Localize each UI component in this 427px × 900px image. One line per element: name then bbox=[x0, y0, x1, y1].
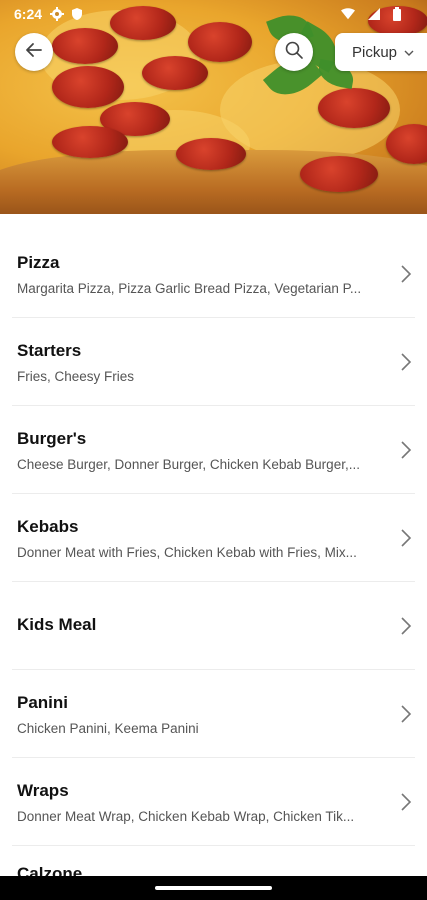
menu-category-row[interactable]: Wraps Donner Meat Wrap, Chicken Kebab Wr… bbox=[12, 758, 415, 846]
category-title: Wraps bbox=[17, 781, 69, 800]
search-button[interactable] bbox=[275, 33, 313, 71]
category-subtitle: Margarita Pizza, Pizza Garlic Bread Pizz… bbox=[17, 281, 362, 296]
category-title: Pizza bbox=[17, 253, 60, 272]
shield-icon bbox=[70, 7, 84, 21]
menu-category-row[interactable]: Panini Chicken Panini, Keema Panini bbox=[12, 670, 415, 758]
gear-icon bbox=[50, 7, 65, 21]
menu-category-row[interactable]: Pizza Margarita Pizza, Pizza Garlic Brea… bbox=[12, 230, 415, 318]
chevron-right-icon bbox=[399, 264, 413, 284]
menu-category-row[interactable]: Kebabs Donner Meat with Fries, Chicken K… bbox=[12, 494, 415, 582]
pickup-label: Pickup bbox=[352, 43, 398, 61]
status-time: 6:24 bbox=[14, 6, 43, 22]
back-arrow-icon bbox=[24, 40, 44, 65]
category-subtitle: Fries, Cheesy Fries bbox=[17, 369, 135, 384]
category-title: Kebabs bbox=[17, 517, 79, 536]
chevron-right-icon bbox=[399, 704, 413, 724]
status-bar: 6:24 bbox=[0, 0, 427, 28]
category-title: Panini bbox=[17, 693, 69, 712]
system-nav-bar bbox=[0, 876, 427, 900]
back-button[interactable] bbox=[15, 33, 53, 71]
menu-category-row[interactable]: Kids Meal bbox=[12, 582, 415, 670]
category-subtitle: Donner Meat Wrap, Chicken Kebab Wrap, Ch… bbox=[17, 809, 355, 824]
pickup-selector[interactable]: Pickup bbox=[335, 33, 427, 71]
signal-icon bbox=[367, 7, 381, 21]
category-subtitle: Chicken Panini, Keema Panini bbox=[17, 721, 199, 736]
battery-icon bbox=[393, 7, 407, 21]
wifi-icon bbox=[341, 7, 355, 21]
menu-category-list: Pizza Margarita Pizza, Pizza Garlic Brea… bbox=[0, 230, 427, 846]
menu-category-row[interactable]: Starters Fries, Cheesy Fries bbox=[12, 318, 415, 406]
chevron-right-icon bbox=[399, 792, 413, 812]
category-subtitle: Donner Meat with Fries, Chicken Kebab wi… bbox=[17, 545, 357, 560]
chevron-right-icon bbox=[399, 616, 413, 636]
category-title: Burger's bbox=[17, 429, 87, 448]
category-title: Kids Meal bbox=[17, 615, 97, 634]
chevron-right-icon bbox=[399, 352, 413, 372]
category-title: Starters bbox=[17, 341, 82, 360]
search-icon bbox=[284, 40, 304, 65]
category-subtitle: Cheese Burger, Donner Burger, Chicken Ke… bbox=[17, 457, 360, 472]
menu-category-row[interactable]: Burger's Cheese Burger, Donner Burger, C… bbox=[12, 406, 415, 494]
chevron-right-icon bbox=[399, 528, 413, 548]
home-gesture-handle[interactable] bbox=[155, 886, 272, 890]
chevron-right-icon bbox=[399, 440, 413, 460]
chevron-down-icon bbox=[404, 44, 414, 61]
